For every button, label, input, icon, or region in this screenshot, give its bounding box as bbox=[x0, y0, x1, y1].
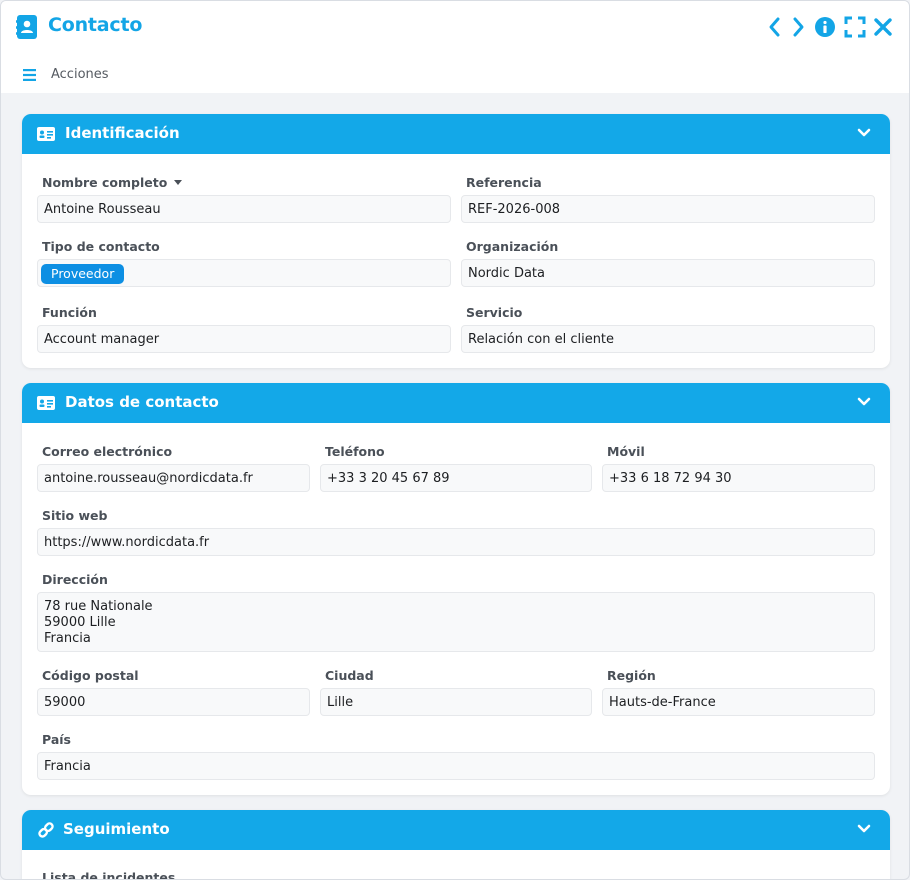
chevron-down-icon[interactable] bbox=[857, 824, 871, 834]
identificacion-title: Identificación bbox=[65, 124, 180, 142]
ciudad-label: Ciudad bbox=[325, 668, 374, 683]
movil-field[interactable]: +33 6 18 72 94 30 bbox=[602, 464, 875, 492]
telefono-label: Teléfono bbox=[325, 444, 385, 459]
previous-icon[interactable] bbox=[764, 16, 786, 38]
referencia-label: Referencia bbox=[466, 175, 542, 190]
datos-contacto-panel: Datos de contacto Correo electrónico ant… bbox=[22, 383, 890, 795]
contact-book-icon bbox=[16, 15, 37, 39]
direccion-field[interactable]: 78 rue Nationale 59000 Lille Francia bbox=[37, 592, 875, 652]
web-label: Sitio web bbox=[42, 508, 108, 523]
nombre-field[interactable]: Antoine Rousseau bbox=[37, 195, 451, 223]
nombre-label[interactable]: Nombre completo bbox=[42, 175, 183, 190]
pais-field[interactable]: Francia bbox=[37, 752, 875, 780]
servicio-field[interactable]: Relación con el cliente bbox=[461, 325, 875, 353]
close-icon[interactable] bbox=[872, 16, 894, 38]
cp-label: Código postal bbox=[42, 668, 139, 683]
organizacion-field[interactable]: Nordic Data bbox=[461, 259, 875, 287]
tipo-field[interactable]: Proveedor bbox=[37, 259, 451, 287]
actions-menu[interactable]: Acciones bbox=[51, 67, 109, 82]
funcion-field[interactable]: Account manager bbox=[37, 325, 451, 353]
seguimiento-title: Seguimiento bbox=[63, 820, 170, 838]
contact-window: Contacto Acciones Identificación Nombre … bbox=[0, 0, 910, 880]
info-icon[interactable] bbox=[814, 16, 836, 38]
servicio-label: Servicio bbox=[466, 305, 523, 320]
movil-label: Móvil bbox=[607, 444, 645, 459]
pais-label: País bbox=[42, 732, 71, 747]
region-field[interactable]: Hauts-de-France bbox=[602, 688, 875, 716]
sort-caret-icon[interactable] bbox=[174, 180, 183, 185]
next-icon[interactable] bbox=[787, 16, 809, 38]
chevron-down-icon[interactable] bbox=[857, 128, 871, 138]
tipo-label: Tipo de contacto bbox=[42, 239, 160, 254]
seguimiento-panel: Seguimiento Lista de incidentes bbox=[22, 810, 890, 880]
actions-toolbar: Acciones bbox=[1, 53, 909, 93]
id-card-icon bbox=[37, 127, 55, 141]
menu-icon[interactable] bbox=[23, 69, 36, 81]
incidentes-label: Lista de incidentes bbox=[42, 870, 176, 880]
cp-field[interactable]: 59000 bbox=[37, 688, 310, 716]
datos-contacto-title: Datos de contacto bbox=[65, 393, 219, 411]
referencia-field[interactable]: REF-2026-008 bbox=[461, 195, 875, 223]
telefono-field[interactable]: +33 3 20 45 67 89 bbox=[320, 464, 592, 492]
window-title: Contacto bbox=[48, 14, 143, 36]
organizacion-label: Organización bbox=[466, 239, 559, 254]
link-icon bbox=[38, 822, 54, 838]
address-card-icon bbox=[37, 396, 55, 410]
ciudad-field[interactable]: Lille bbox=[320, 688, 592, 716]
region-label: Región bbox=[607, 668, 656, 683]
status-badge: Proveedor bbox=[41, 264, 125, 284]
seguimiento-header[interactable]: Seguimiento bbox=[22, 810, 890, 850]
chevron-down-icon[interactable] bbox=[857, 397, 871, 407]
web-field[interactable]: https://www.nordicdata.fr bbox=[37, 528, 875, 556]
identificacion-panel: Identificación Nombre completo Antoine R… bbox=[22, 114, 890, 368]
title-bar: Contacto bbox=[1, 1, 909, 53]
correo-label: Correo electrónico bbox=[42, 444, 173, 459]
fullscreen-icon[interactable] bbox=[844, 16, 866, 38]
datos-contacto-header[interactable]: Datos de contacto bbox=[22, 383, 890, 423]
correo-field[interactable]: antoine.rousseau@nordicdata.fr bbox=[37, 464, 310, 492]
direccion-label: Dirección bbox=[42, 572, 108, 587]
funcion-label: Función bbox=[42, 305, 97, 320]
identificacion-header[interactable]: Identificación bbox=[22, 114, 890, 154]
